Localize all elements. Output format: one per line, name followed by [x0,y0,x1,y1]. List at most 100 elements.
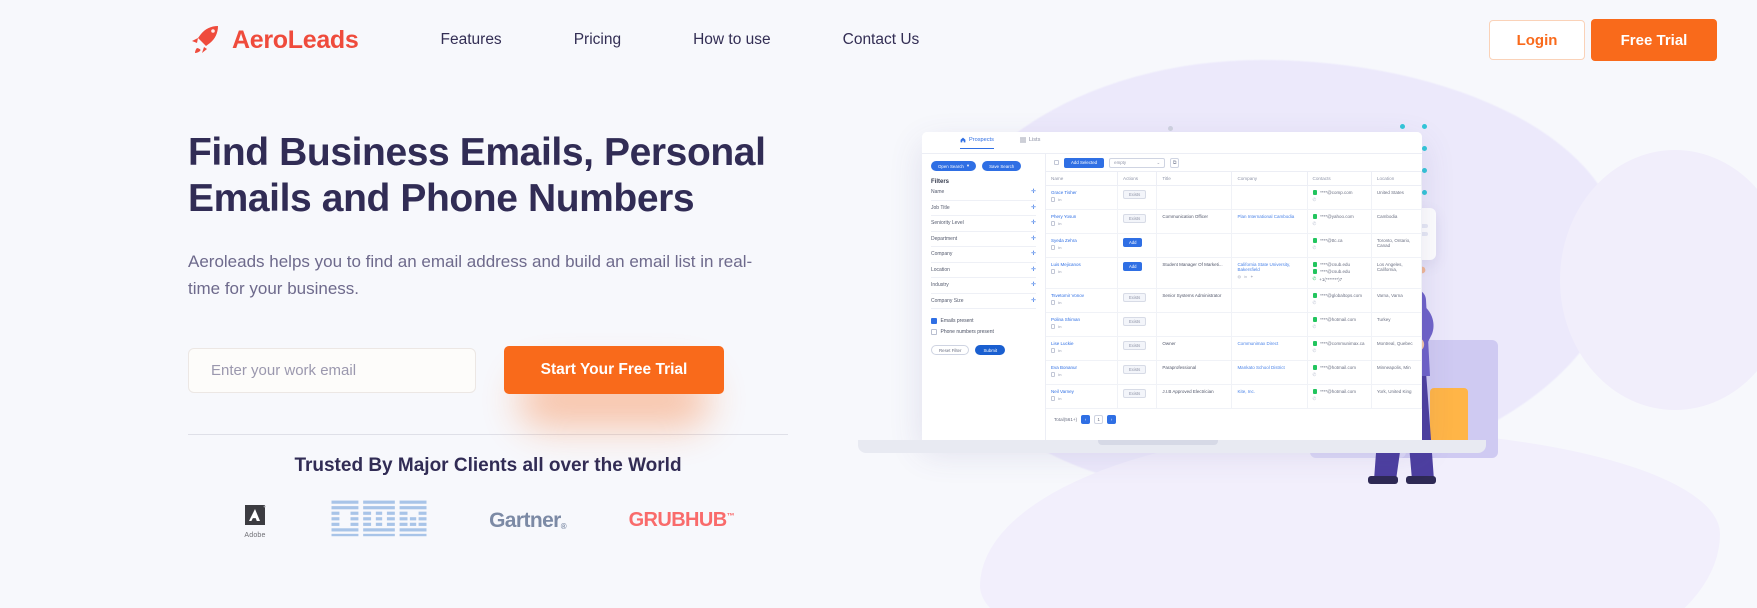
table-row[interactable]: Eva Bonanur in Exists Paraprofessional Manka… [1046,360,1422,385]
submit-filter-button[interactable]: Submit [975,345,1006,355]
email-value: ****@communimax.ca [1320,341,1365,346]
prospect-name-link[interactable]: Polina Shiman [1051,317,1112,322]
current-page[interactable]: 1 [1094,415,1104,424]
cell-location: Minneapolis, Min [1371,360,1422,385]
company-link[interactable]: Kite, Inc. [1237,389,1255,394]
emails-present-checkbox[interactable]: Emails present [931,318,1036,324]
col-location: Location [1371,171,1422,186]
table-row[interactable]: Lise Luckie in Exists Owner Communimax Direc… [1046,336,1422,361]
linkedin-icon[interactable]: in [1058,197,1061,202]
prev-page-button[interactable]: ‹ [1081,415,1091,424]
free-trial-button[interactable]: Free Trial [1591,19,1717,61]
row-checkbox[interactable] [1051,300,1056,305]
email-icon [1312,269,1318,274]
linkedin-icon[interactable]: in [1058,300,1061,305]
row-checkbox[interactable] [1051,245,1056,250]
row-checkbox[interactable] [1051,324,1056,329]
nav-item-how-to-use[interactable]: How to use [657,23,807,57]
prospect-name-link[interactable]: Eva Bonanur [1051,365,1112,370]
table-row[interactable]: Syeda Zehra in Add ****@ttc.ca ✆ Toronto, Ont… [1046,233,1422,258]
linkedin-icon[interactable]: in [1244,274,1247,279]
row-checkbox[interactable] [1051,269,1056,274]
filter-row-location[interactable]: Location ✛ [931,263,1036,278]
row-checkbox[interactable] [1051,221,1056,226]
logo-text: AeroLeads [232,25,359,54]
add-button[interactable]: Add [1123,262,1143,271]
list-select-dropdown[interactable]: empty ⌄ [1109,157,1166,168]
nav-item-pricing[interactable]: Pricing [538,23,657,57]
linkedin-icon[interactable]: in [1058,348,1061,353]
open-search-button[interactable]: Open Search ▾ [931,161,977,171]
email-entry: ****@yahoo.com [1312,214,1366,219]
cell-location: Toronto, Ontario, Canad [1371,233,1422,258]
company-link[interactable]: California State University, Bakersfield [1237,262,1290,272]
email-icon [1312,293,1318,298]
row-checkbox[interactable] [1051,348,1056,353]
row-checkbox[interactable] [1051,396,1056,401]
nav-item-features[interactable]: Features [405,23,538,57]
table-row[interactable]: Neil Varney in Exists J.I.B Approved Electr… [1046,384,1422,409]
filter-row-industry[interactable]: Industry ✛ [931,278,1036,294]
tab-prospects[interactable]: Prospects [960,137,994,149]
logo-link[interactable]: AeroLeads [188,23,359,57]
globe-icon[interactable]: ◍ [1237,274,1241,279]
export-icon[interactable]: ⧉ [1170,157,1180,168]
linkedin-icon[interactable]: in [1058,396,1061,401]
linkedin-icon[interactable]: in [1058,245,1061,250]
filter-row-company[interactable]: Company ✛ [931,247,1036,263]
login-button[interactable]: Login [1489,20,1585,60]
add-selected-button[interactable]: Add Selected [1064,157,1105,168]
table-row[interactable]: Phery Yosun in Exists Communication Officer… [1046,209,1422,234]
row-checkbox[interactable] [1051,372,1056,377]
phone-numbers-present-checkbox[interactable]: Phone numbers present [931,329,1036,335]
select-all-checkbox[interactable] [1054,160,1059,165]
phone-entry: ✆ [1313,197,1366,203]
next-page-button[interactable]: › [1107,415,1117,424]
email-entry: ****@hotmail.com [1312,389,1366,394]
prospect-name-link[interactable]: Syeda Zehra [1051,238,1112,243]
table-row[interactable]: Grace Tisher in Exists ****@comp.com ✆ United… [1046,185,1422,210]
linkedin-icon[interactable]: in [1058,372,1061,377]
filter-row-job-title[interactable]: Job Title ✛ [931,201,1036,216]
filter-row-department[interactable]: Department ✛ [931,232,1036,247]
table-row[interactable]: Polina Shiman in Exists ****@hotmail.com ✆ Tu… [1046,312,1422,337]
plus-icon: ✛ [1030,297,1036,304]
start-free-trial-button[interactable]: Start Your Free Trial [504,346,724,395]
email-icon [1312,190,1318,195]
cell-contacts: ****@hotmail.com ✆ [1307,312,1372,337]
prospect-name-link[interactable]: Luis Mejicanos [1051,262,1112,267]
company-link[interactable]: Plan International Cambodia [1237,214,1294,219]
cell-name: Lise Luckie in [1046,336,1119,361]
landing-page: AeroLeads Features Pricing How to use Co… [0,0,1757,608]
filter-row-seniority-level[interactable]: Seniority Level ✛ [931,216,1036,232]
linkedin-icon[interactable]: in [1058,269,1061,274]
twitter-icon[interactable]: ✦ [1250,274,1253,279]
table-row[interactable]: Tsvetomir Vonov in Exists Senior Systems Ad… [1046,288,1422,313]
email-value: ****@hotmail.com [1320,317,1356,322]
reset-filter-button[interactable]: Reset Filter [931,345,970,355]
row-checkbox[interactable] [1051,197,1056,202]
filter-row-company-size[interactable]: Company Size ✛ [931,294,1036,309]
prospect-name-link[interactable]: Lise Luckie [1051,341,1112,346]
filter-label: Company [931,251,953,258]
company-link[interactable]: Communimax Direct [1237,341,1278,346]
email-icon [1312,262,1318,267]
filter-row-name[interactable]: Name ✛ [931,185,1036,201]
linkedin-icon[interactable]: in [1058,324,1061,329]
company-link[interactable]: Mankato School District [1237,365,1284,370]
tab-lists[interactable]: Lists [1019,137,1040,148]
phone-icon: ✆ [1312,372,1317,377]
prospect-name-link[interactable]: Phery Yosun [1051,214,1112,219]
cell-name: Neil Varney in [1046,384,1119,409]
prospect-name-link[interactable]: Grace Tisher [1051,190,1112,195]
prospect-name-link[interactable]: Tsvetomir Vonov [1051,293,1112,298]
table-row[interactable]: Luis Mejicanos in Add Student Manager Of Ma… [1046,257,1422,289]
add-button[interactable]: Add [1123,238,1143,247]
prospect-name-link[interactable]: Neil Varney [1051,389,1112,394]
linkedin-icon[interactable]: in [1058,221,1061,226]
work-email-input[interactable] [188,347,476,393]
save-search-button[interactable]: Save Search [982,161,1022,171]
adobe-wordmark: Adobe [244,531,266,539]
col-contacts: Contacts [1307,171,1372,186]
nav-item-contact-us[interactable]: Contact Us [807,23,956,57]
